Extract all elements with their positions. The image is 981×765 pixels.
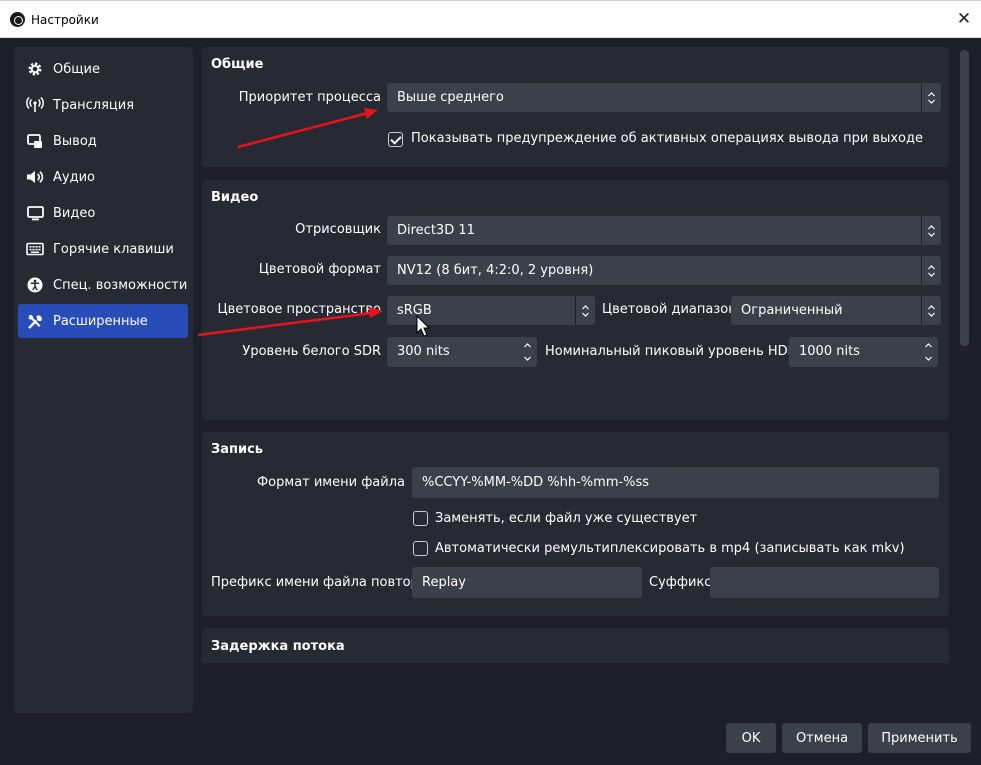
monitor-icon xyxy=(26,204,44,222)
general-panel: Общие Приоритет процесса Выше среднего П… xyxy=(202,47,949,167)
chevron-updown-icon xyxy=(921,296,941,325)
sidebar-item-label: Вывод xyxy=(53,133,97,149)
sdr-white-level-spinbox[interactable]: 300 nits xyxy=(387,337,537,367)
chevron-updown-icon xyxy=(921,83,941,112)
sidebar-item-advanced[interactable]: Расширенные xyxy=(18,304,188,338)
auto-remux-label: Автоматически ремультиплексировать в mp4… xyxy=(435,541,905,556)
renderer-label: Отрисовщик xyxy=(295,222,381,237)
color-space-select[interactable]: sRGB xyxy=(387,296,595,325)
sidebar-item-label: Аудио xyxy=(53,169,95,185)
sidebar-item-label: Расширенные xyxy=(53,313,148,329)
video-panel-title: Видео xyxy=(211,190,259,205)
exit-warning-checkbox[interactable] xyxy=(388,132,403,147)
window-title: Настройки xyxy=(31,13,99,27)
sidebar-item-accessibility[interactable]: Спец. возможности xyxy=(18,268,188,302)
sidebar-item-stream[interactable]: Трансляция xyxy=(18,88,188,122)
title-bar: Настройки ✕ xyxy=(0,0,981,38)
settings-sidebar: Общие Трансляция Вывод Аудио Видео Горяч… xyxy=(14,47,193,713)
sidebar-item-general[interactable]: Общие xyxy=(18,52,188,86)
color-range-label: Цветовой диапазон xyxy=(602,302,737,317)
apply-button[interactable]: Применить xyxy=(868,723,971,753)
renderer-select[interactable]: Direct3D 11 xyxy=(387,216,941,245)
replay-prefix-label: Префикс имени файла повтора xyxy=(211,575,427,590)
color-range-select[interactable]: Ограниченный xyxy=(731,296,941,325)
process-priority-select[interactable]: Выше среднего xyxy=(387,83,941,112)
hdr-peak-level-label: Номинальный пиковый уровень HDR xyxy=(545,344,797,359)
broadcast-icon xyxy=(26,96,44,114)
sidebar-item-hotkeys[interactable]: Горячие клавиши xyxy=(18,232,188,266)
recording-panel: Запись Формат имени файла %CCYY-%MM-%DD … xyxy=(202,432,949,616)
exit-warning-label: Показывать предупреждение об активных оп… xyxy=(411,131,924,146)
video-panel: Видео Отрисовщик Direct3D 11 Цветовой фо… xyxy=(202,180,949,420)
overwrite-file-label: Заменять, если файл уже существует xyxy=(435,511,698,526)
chevron-updown-icon xyxy=(921,216,941,245)
process-priority-label: Приоритет процесса xyxy=(238,90,381,105)
general-panel-title: Общие xyxy=(211,57,264,72)
sidebar-item-label: Трансляция xyxy=(53,97,135,113)
stream-delay-panel: Задержка потока xyxy=(202,628,949,663)
sidebar-item-audio[interactable]: Аудио xyxy=(18,160,188,194)
replay-prefix-input[interactable]: Replay xyxy=(412,567,642,598)
auto-remux-checkbox[interactable] xyxy=(413,541,428,556)
obs-logo-icon xyxy=(10,12,25,27)
tools-icon xyxy=(26,312,44,330)
scrollbar-thumb[interactable] xyxy=(960,50,969,346)
spin-arrows-icon[interactable] xyxy=(517,337,537,367)
sidebar-item-output[interactable]: Вывод xyxy=(18,124,188,158)
accessibility-icon xyxy=(26,276,44,294)
sidebar-item-label: Общие xyxy=(53,61,100,77)
suffix-label: Суффикс xyxy=(649,575,712,590)
color-space-label: Цветовое пространство xyxy=(217,302,381,317)
speaker-icon xyxy=(26,168,44,186)
chevron-updown-icon xyxy=(921,256,941,285)
close-icon[interactable]: ✕ xyxy=(955,9,973,29)
sidebar-item-label: Спец. возможности xyxy=(53,277,188,293)
overwrite-file-checkbox[interactable] xyxy=(413,511,428,526)
filename-format-input[interactable]: %CCYY-%MM-%DD %hh-%mm-%ss xyxy=(412,467,939,498)
recording-panel-title: Запись xyxy=(211,442,264,457)
output-icon xyxy=(26,132,44,150)
sdr-white-level-label: Уровень белого SDR xyxy=(242,344,381,359)
sidebar-item-label: Горячие клавиши xyxy=(53,241,174,257)
sidebar-item-label: Видео xyxy=(53,205,96,221)
color-format-select[interactable]: NV12 (8 бит, 4:2:0, 2 уровня) xyxy=(387,256,941,285)
sidebar-item-video[interactable]: Видео xyxy=(18,196,188,230)
spin-arrows-icon[interactable] xyxy=(918,337,938,367)
keyboard-icon xyxy=(26,240,44,258)
suffix-input[interactable] xyxy=(710,567,939,598)
chevron-updown-icon xyxy=(575,296,595,325)
stream-delay-panel-title: Задержка потока xyxy=(211,639,345,654)
hdr-peak-level-spinbox[interactable]: 1000 nits xyxy=(789,337,938,367)
ok-button[interactable]: OK xyxy=(726,723,776,753)
gear-icon xyxy=(26,60,44,78)
cancel-button[interactable]: Отмена xyxy=(782,723,862,753)
filename-format-label: Формат имени файла xyxy=(256,475,405,490)
color-format-label: Цветовой формат xyxy=(258,262,381,277)
